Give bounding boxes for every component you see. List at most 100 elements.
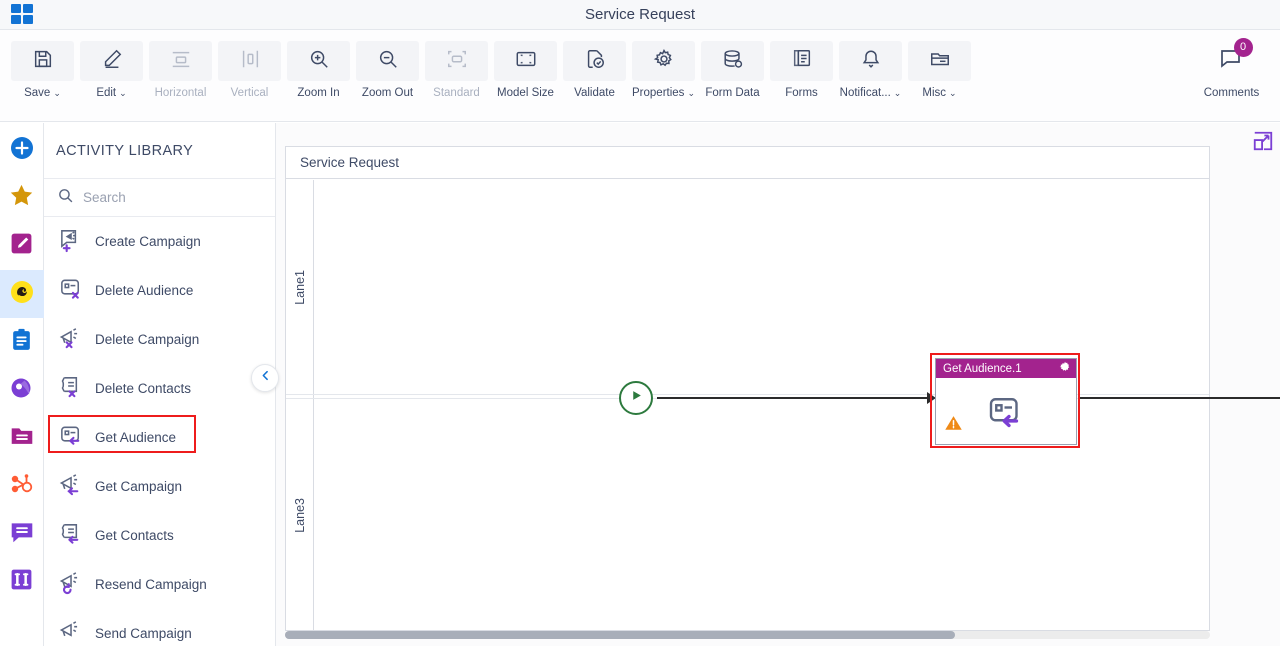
rail-item-favorites[interactable]: [0, 174, 44, 222]
task-selection-border: Get Audience.1: [930, 353, 1080, 448]
diagram-title: Service Request: [286, 147, 1209, 179]
comment-bubble-icon: 0: [1219, 37, 1253, 76]
activity-item-get-audience[interactable]: Get Audience: [44, 413, 275, 462]
task-get-audience-1[interactable]: Get Audience.1: [935, 358, 1077, 445]
star-icon: [8, 182, 35, 214]
start-event[interactable]: [619, 381, 653, 415]
pillars-icon: [9, 567, 34, 597]
rail-item-analytics[interactable]: [0, 366, 44, 414]
rail-item-tasks[interactable]: [0, 318, 44, 366]
activity-label: Delete Audience: [95, 282, 194, 298]
play-triangle-icon: [630, 389, 643, 407]
toolbar-label-comments: Comments: [1203, 87, 1260, 99]
lane-header-3: Lane3: [286, 399, 314, 631]
get-contacts-icon: [58, 520, 85, 552]
search-row[interactable]: [44, 179, 275, 217]
pencil-edit-icon: [101, 48, 123, 75]
edit-square-icon: [9, 231, 34, 261]
delete-campaign-icon: [58, 324, 85, 356]
toolbar-button-horizontal[interactable]: Horizontal: [146, 30, 215, 99]
task-header: Get Audience.1: [936, 359, 1076, 378]
gear-icon[interactable]: [1059, 360, 1071, 378]
rail-item-integrations[interactable]: [0, 558, 44, 606]
get-audience-icon: [984, 391, 1028, 438]
activity-label: Resend Campaign: [95, 576, 207, 592]
task-title: Get Audience.1: [943, 362, 1022, 375]
rail-item-messages[interactable]: [0, 510, 44, 558]
resend-campaign-icon: [58, 569, 85, 601]
plus-circle-icon: [9, 135, 35, 166]
chevron-down-icon: ⌄: [53, 87, 61, 98]
rail-item-hubspot[interactable]: [0, 462, 44, 510]
horizontal-align-icon: [170, 48, 192, 75]
search-input[interactable]: [83, 190, 243, 205]
activity-library-panel: ACTIVITY LIBRARY Create Campaign: [44, 123, 276, 646]
toolbar-button-form-data[interactable]: Form Data: [698, 30, 767, 99]
toolbar-label-zoom-out: Zoom Out: [361, 87, 414, 99]
toolbar-label-vertical: Vertical: [230, 87, 269, 99]
toolbar-label-model-size: Model Size: [497, 87, 554, 99]
panel-collapse-button[interactable]: [251, 364, 279, 392]
activity-item-resend-campaign[interactable]: Resend Campaign: [44, 560, 275, 609]
toolbar-label-misc: Misc: [922, 87, 947, 99]
toolbar-label-standard: Standard: [433, 87, 480, 99]
activity-item-delete-contacts[interactable]: Delete Contacts: [44, 364, 275, 413]
sequence-flow-1[interactable]: [657, 397, 931, 399]
model-size-icon: [515, 48, 537, 75]
toolbar-button-misc[interactable]: Misc ⌄: [905, 30, 974, 99]
diagram-canvas[interactable]: Service Request Lane1 Lane3 Get Audience…: [276, 123, 1280, 646]
save-floppy-icon: [32, 48, 54, 75]
delete-contacts-icon: [58, 373, 85, 405]
toolbar-label-notifications: Notificat...: [839, 87, 891, 99]
toolbar-button-properties[interactable]: Properties ⌄: [629, 30, 698, 99]
activity-item-send-campaign[interactable]: Send Campaign: [44, 609, 275, 645]
database-icon: [722, 48, 744, 75]
activity-item-delete-audience[interactable]: Delete Audience: [44, 266, 275, 315]
scrollbar-thumb[interactable]: [285, 631, 955, 639]
rail-item-mailchimp[interactable]: [0, 270, 44, 318]
expand-maximize-icon[interactable]: [1252, 130, 1274, 157]
toolbar-button-edit[interactable]: Edit ⌄: [77, 30, 146, 99]
chevron-down-icon: ⌄: [687, 87, 695, 98]
activity-label: Delete Campaign: [95, 331, 200, 347]
horizontal-scrollbar[interactable]: [285, 631, 1210, 639]
chevron-down-icon: ⌄: [949, 87, 957, 98]
chat-lines-icon: [9, 519, 35, 550]
toolbar-label-forms: Forms: [785, 87, 818, 99]
delete-audience-icon: [58, 275, 85, 307]
warning-triangle-icon: [944, 414, 963, 437]
toolbar-label-zoom-in: Zoom In: [297, 87, 340, 99]
activity-item-create-campaign[interactable]: Create Campaign: [44, 217, 275, 266]
lane-label: Lane3: [292, 497, 307, 533]
toolbar-label-horizontal: Horizontal: [154, 87, 207, 99]
app-icon-rail: [0, 123, 44, 646]
rail-item-documents[interactable]: [0, 414, 44, 462]
bell-icon: [860, 48, 882, 75]
comments-badge: 0: [1233, 37, 1253, 57]
sequence-flow-2[interactable]: [1079, 397, 1280, 399]
toolbar-button-comments[interactable]: 0 Comments: [1197, 30, 1266, 99]
activity-item-get-campaign[interactable]: Get Campaign: [44, 462, 275, 511]
activity-item-delete-campaign[interactable]: Delete Campaign: [44, 315, 275, 364]
toolbar-button-vertical[interactable]: Vertical: [215, 30, 284, 99]
toolbar-button-forms[interactable]: Forms: [767, 30, 836, 99]
toolbar-button-save[interactable]: Save ⌄: [8, 30, 77, 99]
lane-label: Lane1: [292, 269, 307, 305]
send-campaign-icon: [58, 618, 85, 646]
toolbar-label-edit: Edit: [96, 87, 117, 99]
toolbar-button-zoom-in[interactable]: Zoom In: [284, 30, 353, 99]
rail-item-add-new[interactable]: [0, 126, 44, 174]
toolbar-button-model-size[interactable]: Model Size: [491, 30, 560, 99]
toolbar-button-validate[interactable]: Validate: [560, 30, 629, 99]
activity-label: Get Contacts: [95, 527, 174, 543]
toolbar-button-zoom-out[interactable]: Zoom Out: [353, 30, 422, 99]
folder-lines-icon: [9, 423, 35, 454]
activity-item-get-contacts[interactable]: Get Contacts: [44, 511, 275, 560]
toolbar-button-notifications[interactable]: Notificat... ⌄: [836, 30, 905, 99]
rail-item-designer[interactable]: [0, 222, 44, 270]
standard-size-icon: [446, 48, 468, 75]
lane-header-divider: [286, 395, 314, 398]
toolbar-button-standard[interactable]: Standard: [422, 30, 491, 99]
zoom-out-icon: [377, 48, 399, 75]
app-grid-icon[interactable]: [11, 4, 35, 26]
